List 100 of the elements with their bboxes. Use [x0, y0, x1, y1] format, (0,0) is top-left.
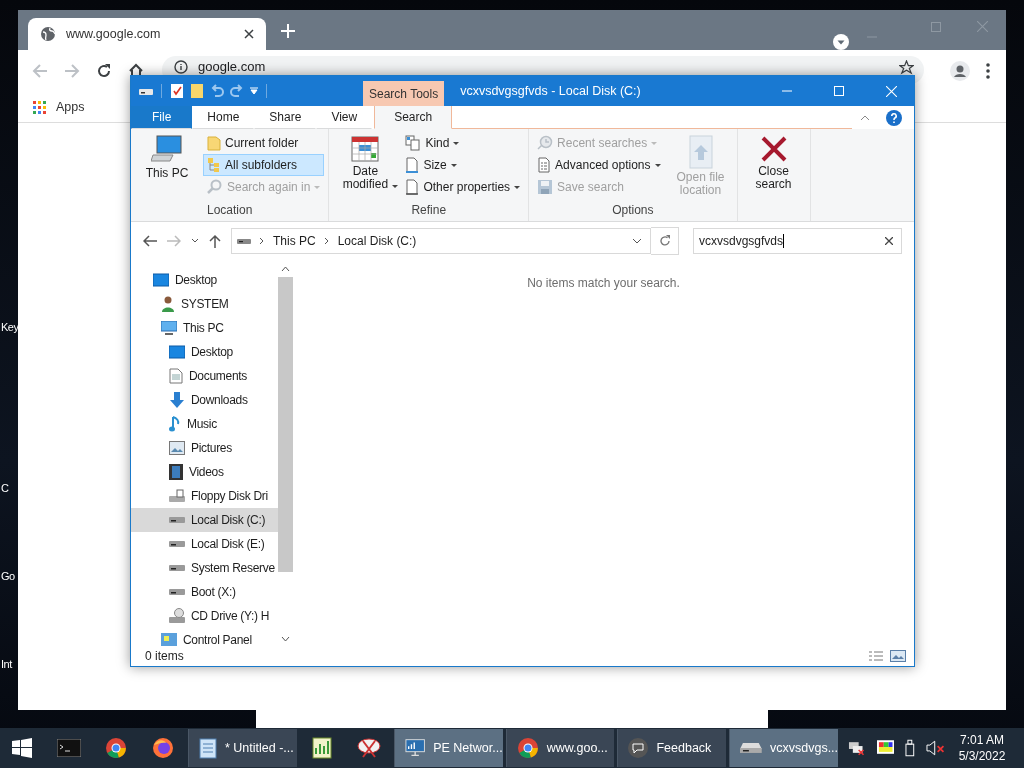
cd-drive-icon	[169, 608, 185, 624]
color-display-icon[interactable]	[876, 740, 894, 756]
chevron-right-icon	[323, 237, 330, 245]
nav-item[interactable]: Control Panel	[131, 628, 278, 646]
help-icon[interactable]	[886, 109, 902, 126]
clear-icon[interactable]	[885, 237, 893, 245]
nav-item[interactable]: Videos	[131, 460, 278, 484]
nav-item[interactable]: Pictures	[131, 436, 278, 460]
nav-item[interactable]: Downloads	[131, 388, 278, 412]
volume-muted-icon[interactable]	[925, 740, 945, 756]
nav-item[interactable]: Local Disk (C:)	[131, 508, 278, 532]
terminal-icon	[57, 739, 81, 757]
desktop-icon-label[interactable]: Go	[1, 570, 15, 582]
new-tab-icon[interactable]	[281, 24, 295, 38]
reload-icon[interactable]	[96, 63, 112, 79]
nav-item[interactable]: System Reserve	[131, 556, 278, 580]
dropdown-icon[interactable]	[833, 34, 849, 50]
collapse-ribbon-icon[interactable]	[860, 114, 870, 121]
ribbon-button[interactable]: This PC	[135, 132, 199, 183]
dropdown-icon[interactable]	[632, 238, 642, 244]
search-icon	[207, 179, 223, 195]
music-note-icon	[169, 416, 181, 432]
address-bar[interactable]: This PC Local Disk (C:)	[231, 228, 651, 254]
network-monitor-icon	[404, 738, 426, 758]
taskbar-button[interactable]: * Untitled -...	[188, 729, 297, 767]
folder-icon	[207, 135, 221, 151]
chevron-right-icon	[259, 237, 265, 245]
drive-icon[interactable]	[139, 86, 153, 96]
save-icon	[537, 179, 554, 195]
taskbar-button[interactable]: PE Networ...	[393, 729, 503, 767]
close-icon[interactable]	[244, 29, 254, 39]
ribbon-button[interactable]: Close search	[741, 132, 806, 194]
close-icon	[759, 135, 788, 163]
undo-icon[interactable]	[210, 84, 224, 98]
nav-item[interactable]: Desktop	[131, 340, 278, 364]
globe-icon	[40, 26, 56, 42]
back-icon[interactable]	[143, 235, 157, 247]
nav-item[interactable]: Floppy Disk Dri	[131, 484, 278, 508]
window-title: vcxvsdvgsgfvds - Local Disk (C:)	[460, 84, 641, 98]
nav-item[interactable]: CD Drive (Y:) H	[131, 604, 278, 628]
nav-item[interactable]: Music	[131, 412, 278, 436]
scroll-down-icon[interactable]	[281, 636, 290, 642]
up-icon[interactable]	[209, 234, 221, 248]
control-panel-icon	[161, 633, 177, 646]
calendar-icon	[351, 135, 380, 163]
nav-item[interactable]: This PC	[131, 316, 278, 340]
star-icon[interactable]	[899, 60, 914, 75]
drive-icon	[740, 742, 762, 754]
desktop-icon-label[interactable]: Key	[1, 321, 19, 333]
contextual-tab-header: Search Tools	[363, 81, 445, 106]
ribbon-command[interactable]: Advanced options	[533, 154, 665, 176]
redo-icon[interactable]	[230, 84, 244, 98]
ribbon-tab[interactable]: File	[131, 106, 193, 129]
drive-icon	[169, 564, 185, 572]
refresh-button[interactable]	[651, 227, 679, 255]
profile-icon[interactable]	[950, 61, 970, 81]
caret-icon	[514, 185, 521, 189]
nav-item[interactable]: Boot (X:)	[131, 580, 278, 604]
caret-icon	[651, 141, 658, 145]
desktop-icon-label[interactable]: Int	[1, 658, 12, 670]
subfolders-icon	[207, 157, 221, 173]
desktop-icon	[169, 345, 185, 359]
new-folder-icon[interactable]	[190, 83, 204, 99]
floppy-drive-icon	[169, 489, 185, 503]
ribbon-command[interactable]: Size	[401, 154, 525, 176]
menu-icon[interactable]	[986, 63, 990, 79]
taskbar-button[interactable]: Feedback	[617, 729, 727, 767]
properties-icon[interactable]	[170, 83, 184, 99]
ribbon-button[interactable]: Date modified	[333, 132, 398, 194]
taskbar-button[interactable]: www.goo...	[505, 729, 615, 767]
ribbon-command[interactable]: Other properties	[401, 176, 525, 198]
download-icon	[169, 392, 185, 408]
nav-item[interactable]: Desktop	[131, 268, 278, 292]
desktop-icon-label[interactable]: C	[1, 482, 9, 494]
picture-icon	[169, 441, 185, 455]
ribbon-tab[interactable]: Search	[374, 106, 453, 129]
document-icon	[169, 368, 183, 384]
breadcrumb[interactable]: Local Disk (C:)	[337, 234, 417, 248]
ribbon-command[interactable]: Kind	[401, 132, 525, 154]
large-icons-view-icon[interactable]	[890, 650, 906, 662]
scroll-up-icon[interactable]	[281, 266, 290, 272]
desktop-icon	[153, 273, 169, 287]
breadcrumb[interactable]: This PC	[273, 234, 316, 248]
browser-tab[interactable]: www.google.com	[28, 18, 266, 50]
nav-item[interactable]: SYSTEM	[131, 292, 278, 316]
info-icon	[174, 60, 188, 74]
clock[interactable]: 7:01 AM 5/3/2022	[952, 732, 1013, 764]
apps-bookmark[interactable]: Apps	[33, 100, 85, 114]
ribbon-command[interactable]: Current folder	[203, 132, 325, 154]
customize-dropdown-icon[interactable]	[250, 87, 258, 95]
usb-drive-icon[interactable]	[904, 739, 915, 757]
network-disconnected-icon[interactable]	[848, 740, 866, 756]
user-icon	[161, 296, 175, 312]
nav-item[interactable]: Local Disk (E:)	[131, 532, 278, 556]
search-field[interactable]: vcxvsdvgsgfvds	[693, 228, 902, 254]
ribbon-command[interactable]: All subfolders	[203, 154, 325, 176]
recent-locations-icon[interactable]	[191, 238, 199, 244]
taskbar-button[interactable]: vcxvsdvgs...	[729, 729, 839, 767]
nav-item[interactable]: Documents	[131, 364, 278, 388]
film-icon	[169, 464, 183, 480]
